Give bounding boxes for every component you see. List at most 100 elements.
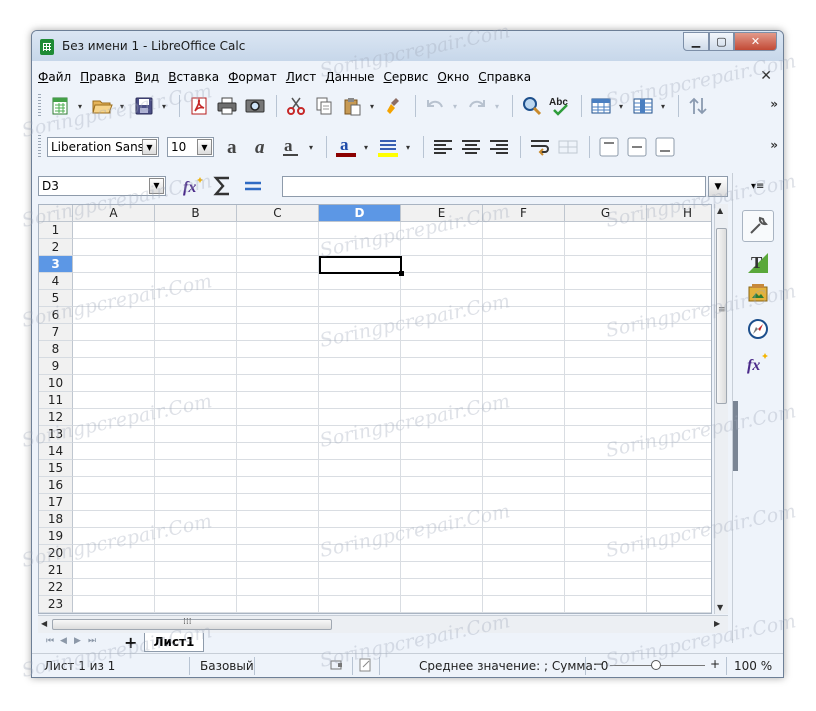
row-header[interactable]: 12 xyxy=(39,409,73,426)
sidebar-menu-button[interactable]: ▾≡ xyxy=(751,181,764,192)
menu-format[interactable]: Формат xyxy=(228,70,277,84)
page-style[interactable]: Базовый xyxy=(200,659,254,673)
row-header[interactable]: 18 xyxy=(39,511,73,528)
menu-insert[interactable]: Вставка xyxy=(168,70,219,84)
column-header-a[interactable]: A xyxy=(73,205,155,222)
row-header[interactable]: 20 xyxy=(39,545,73,562)
sort-button[interactable] xyxy=(685,93,711,119)
menu-file[interactable]: Файл xyxy=(38,70,71,84)
first-sheet-icon[interactable]: ⏮ xyxy=(46,636,60,646)
font-color-dropdown[interactable]: ▾ xyxy=(361,143,371,152)
scroll-down-icon[interactable]: ▼ xyxy=(717,603,723,612)
new-dropdown[interactable]: ▾ xyxy=(75,102,85,111)
select-all-corner[interactable] xyxy=(39,205,73,222)
column-header-c[interactable]: C xyxy=(237,205,319,222)
row-header[interactable]: 23 xyxy=(39,596,73,613)
font-size-dropdown[interactable]: ▼ xyxy=(197,139,212,155)
sidebar-gallery-button[interactable] xyxy=(742,277,774,309)
underline-button[interactable]: a xyxy=(278,134,304,160)
maximize-button[interactable]: ▢ xyxy=(709,32,734,51)
menu-sheet[interactable]: Лист xyxy=(286,70,316,84)
close-document-button[interactable]: ✕ xyxy=(760,68,772,84)
row-dropdown[interactable]: ▾ xyxy=(616,102,626,111)
next-sheet-icon[interactable]: ▶ xyxy=(74,636,88,646)
open-button[interactable] xyxy=(89,93,115,119)
row-header[interactable]: 15 xyxy=(39,460,73,477)
row-header[interactable]: 5 xyxy=(39,290,73,307)
column-header-b[interactable]: B xyxy=(155,205,237,222)
toolbar-overflow-button[interactable]: » xyxy=(770,138,778,152)
vertical-scrollbar[interactable]: ▲ ▼ xyxy=(714,204,728,614)
spelling-button[interactable]: Abc xyxy=(547,93,573,119)
sidebar-functions-button[interactable]: fx xyxy=(742,347,774,379)
zoom-in-button[interactable]: + xyxy=(710,657,720,671)
toolbar-grip[interactable] xyxy=(38,135,41,159)
zoom-level[interactable]: 100 % xyxy=(734,659,772,673)
clone-formatting-button[interactable] xyxy=(381,93,407,119)
underline-dropdown[interactable]: ▾ xyxy=(306,143,316,152)
formula-button[interactable] xyxy=(238,175,268,197)
menu-tools[interactable]: Сервис xyxy=(383,70,428,84)
sum-button[interactable] xyxy=(208,175,238,197)
spreadsheet-grid[interactable]: A B C D E F G H 1 2 3 4 5 6 7 8 9 10 11 … xyxy=(38,204,712,614)
print-button[interactable] xyxy=(214,93,240,119)
row-header[interactable]: 2 xyxy=(39,239,73,256)
scroll-right-icon[interactable]: ▶ xyxy=(714,619,720,628)
paste-button[interactable] xyxy=(339,93,365,119)
horizontal-scroll-thumb[interactable]: ⁞⁞⁞ xyxy=(52,617,332,630)
row-header[interactable]: 19 xyxy=(39,528,73,545)
row-header[interactable]: 10 xyxy=(39,375,73,392)
name-box-dropdown[interactable]: ▼ xyxy=(149,178,164,194)
menu-help[interactable]: Справка xyxy=(478,70,531,84)
sidebar-collapse-handle[interactable] xyxy=(733,401,738,471)
highlight-dropdown[interactable]: ▾ xyxy=(403,143,413,152)
last-sheet-icon[interactable]: ⏭ xyxy=(88,636,102,646)
formula-input[interactable] xyxy=(282,176,706,197)
align-center-button[interactable] xyxy=(458,134,484,160)
sidebar-navigator-button[interactable] xyxy=(742,313,774,345)
horizontal-scrollbar[interactable]: ◀ ⁞⁞⁞ ▶ xyxy=(38,615,728,633)
row-header[interactable]: 8 xyxy=(39,341,73,358)
wrap-text-button[interactable] xyxy=(527,134,553,160)
align-bottom-button[interactable] xyxy=(652,134,678,160)
column-header-d[interactable]: D xyxy=(319,205,401,222)
sidebar-styles-button[interactable]: T xyxy=(742,247,774,279)
row-header[interactable]: 9 xyxy=(39,358,73,375)
expand-formula-bar-button[interactable]: ▼ xyxy=(708,176,728,197)
document-modified-icon[interactable] xyxy=(359,658,373,675)
prev-sheet-icon[interactable]: ◀ xyxy=(60,636,74,646)
align-right-button[interactable] xyxy=(486,134,512,160)
find-replace-button[interactable] xyxy=(519,93,545,119)
row-button[interactable] xyxy=(588,93,614,119)
bold-button[interactable]: a xyxy=(222,134,248,160)
vertical-scroll-thumb[interactable] xyxy=(716,228,727,404)
print-preview-button[interactable] xyxy=(242,93,268,119)
font-color-button[interactable]: a xyxy=(333,134,359,160)
name-box[interactable]: D3 ▼ xyxy=(38,176,166,196)
align-middle-button[interactable] xyxy=(624,134,650,160)
column-header-g[interactable]: G xyxy=(565,205,647,222)
column-dropdown[interactable]: ▾ xyxy=(658,102,668,111)
column-header-h[interactable]: H xyxy=(647,205,711,222)
row-header[interactable]: 6 xyxy=(39,307,73,324)
toolbar-overflow-button[interactable]: » xyxy=(770,97,778,111)
cell-grid[interactable] xyxy=(73,222,711,613)
scroll-up-icon[interactable]: ▲ xyxy=(717,206,723,215)
scroll-left-icon[interactable]: ◀ xyxy=(41,619,47,628)
column-button[interactable] xyxy=(630,93,656,119)
row-header[interactable]: 21 xyxy=(39,562,73,579)
row-header[interactable]: 13 xyxy=(39,426,73,443)
function-wizard-button[interactable]: fx xyxy=(178,175,208,197)
minimize-button[interactable]: ▁ xyxy=(683,32,709,51)
cut-button[interactable] xyxy=(283,93,309,119)
font-name-box[interactable]: Liberation Sans ▼ xyxy=(47,137,159,157)
row-header[interactable]: 22 xyxy=(39,579,73,596)
menu-data[interactable]: Данные xyxy=(325,70,374,84)
sidebar-properties-button[interactable] xyxy=(742,210,774,242)
row-header[interactable]: 1 xyxy=(39,222,73,239)
open-dropdown[interactable]: ▾ xyxy=(117,102,127,111)
row-header[interactable]: 11 xyxy=(39,392,73,409)
export-pdf-button[interactable] xyxy=(186,93,212,119)
row-header[interactable]: 16 xyxy=(39,477,73,494)
zoom-slider-thumb[interactable] xyxy=(651,660,661,670)
